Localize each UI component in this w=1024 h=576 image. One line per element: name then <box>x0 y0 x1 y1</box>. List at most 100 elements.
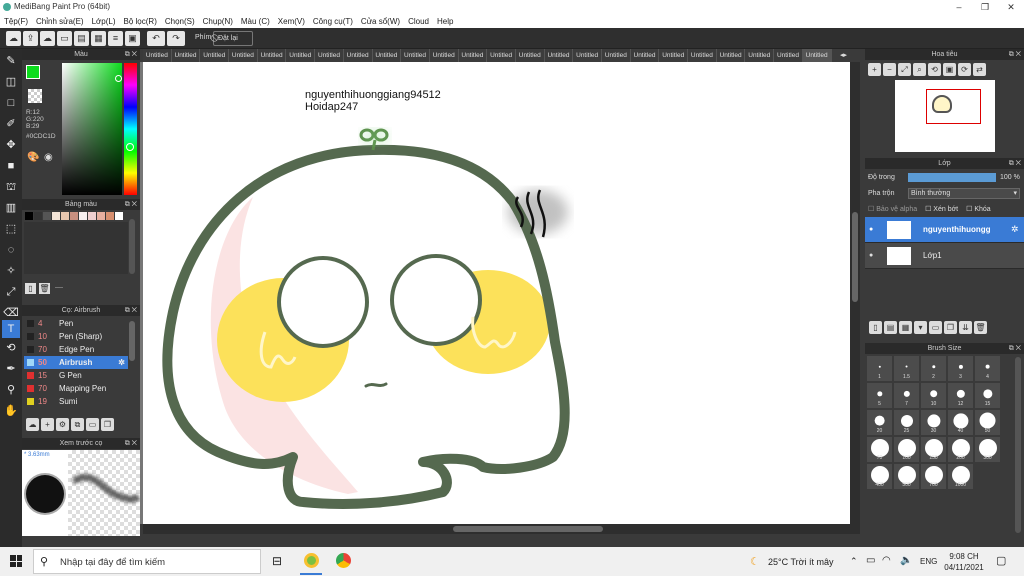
palette-swatch[interactable] <box>70 212 78 220</box>
tab-untitled[interactable]: Untitled <box>516 49 545 62</box>
close-button[interactable]: ✕ <box>998 1 1024 14</box>
blend-mode-select[interactable]: Bình thường ▾ <box>908 188 1020 199</box>
tab-untitled[interactable]: Untitled <box>459 49 488 62</box>
lock-checkbox[interactable]: ☐ <box>966 206 972 213</box>
saturation-value-picker[interactable] <box>62 63 122 195</box>
wifi-icon[interactable]: ◠ <box>882 555 891 566</box>
chrome-icon[interactable] <box>336 553 351 568</box>
network-icon[interactable]: ▭ <box>866 555 875 566</box>
brush-size-option[interactable]: 200 <box>948 437 973 462</box>
tab-untitled[interactable]: Untitled <box>717 49 746 62</box>
menu-help[interactable]: Help <box>433 15 457 28</box>
fit-icon[interactable]: ⤢ <box>898 63 911 76</box>
frame-icon[interactable]: ▣ <box>125 31 140 46</box>
folder-icon[interactable]: ▭ <box>929 321 942 334</box>
trash-icon[interactable]: 🗑 <box>974 321 987 334</box>
tab-untitled[interactable]: Untitled <box>373 49 402 62</box>
export-icon[interactable]: ⇪ <box>23 31 38 46</box>
brush-size-option[interactable]: 700 <box>921 464 946 489</box>
brush-size-option[interactable]: 300 <box>975 437 1000 462</box>
new-8bit-layer-icon[interactable]: ▦ <box>899 321 912 334</box>
duplicate-layer-icon[interactable]: ❐ <box>944 321 957 334</box>
tab-untitled[interactable]: Untitled <box>688 49 717 62</box>
search-box[interactable]: ⚲ Nhập tại đây để tìm kiếm <box>33 549 261 574</box>
move-tool-icon[interactable]: ✥ <box>2 136 20 154</box>
tab-untitled[interactable]: Untitled <box>172 49 201 62</box>
tab-untitled[interactable]: Untitled <box>573 49 602 62</box>
cloud-upload-icon[interactable]: ☁ <box>40 31 55 46</box>
brush-size-option[interactable]: 1000 <box>948 464 973 489</box>
select-pen-icon[interactable]: ⤢ <box>2 283 20 301</box>
tab-untitled[interactable]: Untitled <box>286 49 316 62</box>
zoom-in-icon[interactable]: + <box>868 63 881 76</box>
close-icon[interactable]: ⧉ ✕ <box>125 438 137 449</box>
menu-edit[interactable]: Chỉnh sửa(E) <box>32 15 88 28</box>
menu-tools[interactable]: Công cụ(T) <box>309 15 357 28</box>
brush-item[interactable]: 10 Pen (Sharp) <box>24 330 128 343</box>
opacity-slider[interactable] <box>908 173 996 182</box>
menu-snap[interactable]: Chụp(N) <box>199 15 237 28</box>
color-wheel-icon[interactable]: 🎨 <box>27 152 39 163</box>
protect-alpha-checkbox[interactable]: ☐ <box>868 206 874 213</box>
volume-icon[interactable]: 🔈 <box>900 555 912 566</box>
tab-untitled[interactable]: Untitled <box>258 49 287 62</box>
tab-untitled[interactable]: Untitled <box>545 49 574 62</box>
tab-untitled[interactable]: Untitled <box>602 49 631 62</box>
list-icon[interactable]: ≡ <box>108 31 123 46</box>
tab-untitled[interactable]: Untitled <box>659 49 689 62</box>
palette-swatch[interactable] <box>79 212 87 220</box>
menu-cloud[interactable]: Cloud <box>404 15 433 28</box>
menu-view[interactable]: Xem(V) <box>274 15 309 28</box>
minimize-button[interactable]: – <box>946 1 972 14</box>
actual-size-icon[interactable]: ▣ <box>943 63 956 76</box>
duplicate-brush-icon[interactable]: ⧉ <box>71 418 84 431</box>
tab-untitled[interactable]: Untitled <box>344 49 373 62</box>
operation-tool-icon[interactable]: ⟲ <box>2 339 20 357</box>
brush-size-option[interactable]: 7 <box>894 383 919 408</box>
visibility-icon[interactable]: ● <box>869 226 873 233</box>
tab-untitled[interactable]: Untitled <box>487 49 516 62</box>
menu-select[interactable]: Chọn(S) <box>161 15 199 28</box>
layer-type-menu-icon[interactable]: ▾ <box>914 321 927 334</box>
brush-size-option[interactable]: 1.5 <box>894 356 919 381</box>
horizontal-scrollbar[interactable] <box>143 524 860 534</box>
brush-size-option[interactable]: 40 <box>948 410 973 435</box>
palette-swatch[interactable] <box>25 212 33 220</box>
tab-untitled[interactable]: Untitled <box>315 49 344 62</box>
delete-palette-icon[interactable]: 🗑 <box>39 283 50 294</box>
grid-icon[interactable]: ▦ <box>91 31 106 46</box>
menu-file[interactable]: Tệp(F) <box>0 15 32 28</box>
add-brush-icon[interactable]: + <box>41 418 54 431</box>
brush-settings-icon[interactable]: ⚙ <box>56 418 69 431</box>
hue-slider[interactable] <box>124 63 137 195</box>
brush-size-option[interactable]: 100 <box>894 437 919 462</box>
brush-size-option[interactable]: 2 <box>921 356 946 381</box>
transparent-color-swatch[interactable] <box>28 89 42 103</box>
merge-layer-icon[interactable]: ⇊ <box>959 321 972 334</box>
notification-icon[interactable]: ▢ <box>996 554 1006 567</box>
brush-size-option[interactable]: 10 <box>921 383 946 408</box>
rotate-right-icon[interactable]: ⟳ <box>958 63 971 76</box>
brush-size-scrollbar[interactable] <box>1015 357 1021 533</box>
close-icon[interactable]: ⧉ ✕ <box>125 199 137 210</box>
undo-icon[interactable]: ↶ <box>147 31 165 46</box>
brush-size-option[interactable]: 400 <box>867 464 892 489</box>
palette-swatch[interactable] <box>106 212 114 220</box>
rotate-left-icon[interactable]: ⟲ <box>928 63 941 76</box>
eraser-tool-icon[interactable]: ◫ <box>2 73 20 91</box>
palette-swatch[interactable] <box>115 212 123 220</box>
brush-item[interactable]: 50 Airbrush ✲ <box>24 356 128 369</box>
flip-icon[interactable]: ⇄ <box>973 63 986 76</box>
brush-item[interactable]: 70 Edge Pen <box>24 343 128 356</box>
vertical-scrollbar[interactable] <box>850 62 860 524</box>
tab-untitled[interactable]: Untitled <box>430 49 459 62</box>
navigator-preview[interactable] <box>895 80 995 152</box>
tab-scroll-arrows[interactable]: ◂▸ <box>840 49 850 62</box>
palette-swatch[interactable] <box>43 212 51 220</box>
gradient-tool-icon[interactable]: ▥ <box>2 199 20 217</box>
new-layer-icon[interactable]: ▯ <box>869 321 882 334</box>
palette-scrollbar[interactable] <box>129 219 135 274</box>
brush-item[interactable]: 15 G Pen <box>24 369 128 382</box>
brush-size-option[interactable]: 3 <box>948 356 973 381</box>
palette-swatch[interactable] <box>52 212 60 220</box>
